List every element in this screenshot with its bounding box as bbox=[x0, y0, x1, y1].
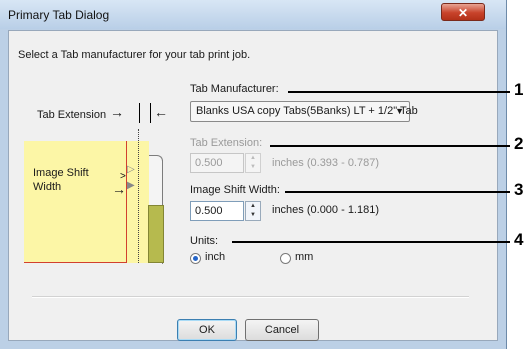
spin-down-icon: ▼ bbox=[250, 212, 256, 218]
image-shift-caption: Image Shift Width bbox=[33, 166, 89, 194]
arrow-right-icon: → bbox=[112, 181, 126, 197]
separator bbox=[32, 296, 469, 298]
close-button[interactable]: ✕ bbox=[441, 3, 485, 21]
units-mm-radio[interactable] bbox=[280, 253, 291, 264]
callout-line-2 bbox=[270, 145, 510, 147]
extension-guide-line bbox=[138, 129, 139, 263]
tab-extension-spinner[interactable]: ▲ ▼ bbox=[245, 153, 261, 173]
tab-manufacturer-value: Blanks USA copy Tabs(5Banks) LT + 1/2" T… bbox=[196, 105, 418, 117]
chevron-down-icon: ▼ bbox=[395, 106, 404, 116]
callout-number-4: 4 bbox=[514, 230, 524, 249]
tab-shape bbox=[148, 205, 164, 263]
callout-line-1 bbox=[288, 91, 510, 93]
callout-number-3: 3 bbox=[514, 180, 524, 199]
callout-number-2: 2 bbox=[514, 134, 524, 153]
image-shift-width-label: Image Shift Width: bbox=[190, 184, 280, 196]
units-inch-label[interactable]: inch bbox=[205, 251, 225, 263]
callout-number-1: 1 bbox=[514, 80, 524, 99]
dialog-window: Primary Tab Dialog ✕ Select a Tab manufa… bbox=[0, 0, 507, 349]
image-shift-caption-line2: Width bbox=[33, 181, 62, 193]
chevron-right-icon: > bbox=[120, 171, 126, 182]
tab-manufacturer-select[interactable]: Blanks USA copy Tabs(5Banks) LT + 1/2" T… bbox=[190, 101, 418, 122]
spin-down-icon: ▼ bbox=[250, 164, 256, 170]
window-title: Primary Tab Dialog bbox=[8, 8, 110, 22]
paper-shape bbox=[24, 141, 149, 263]
arrow-left-icon: ← bbox=[154, 104, 168, 120]
instruction-text: Select a Tab manufacturer for your tab p… bbox=[18, 49, 251, 61]
cancel-button[interactable]: Cancel bbox=[245, 319, 319, 341]
extension-marker-left bbox=[139, 103, 140, 123]
shift-guide-bottom bbox=[24, 262, 127, 263]
ok-button[interactable]: OK bbox=[177, 319, 237, 341]
units-label: Units: bbox=[190, 235, 219, 247]
tab-extension-range: inches (0.393 - 0.787) bbox=[272, 157, 380, 169]
image-shift-width-range: inches (0.000 - 1.181) bbox=[272, 204, 380, 216]
close-icon: ✕ bbox=[457, 6, 469, 20]
chevron-right-icon: ▷ bbox=[127, 164, 135, 175]
units-mm-label[interactable]: mm bbox=[295, 251, 313, 263]
shift-guide-line bbox=[126, 141, 127, 263]
dialog-body: Select a Tab manufacturer for your tab p… bbox=[8, 30, 498, 341]
tab-manufacturer-label: Tab Manufacturer: bbox=[190, 83, 279, 95]
extension-marker-right bbox=[150, 103, 151, 123]
callout-line-4 bbox=[232, 241, 510, 243]
tab-extension-input[interactable]: 0.500 bbox=[190, 153, 244, 173]
image-shift-width-spinner[interactable]: ▲ ▼ bbox=[245, 201, 261, 221]
arrow-right-icon: → bbox=[110, 104, 124, 120]
units-inch-radio[interactable] bbox=[190, 253, 201, 264]
chevron-right-icon: ▶ bbox=[127, 180, 135, 191]
tab-illustration: Tab Extension → ← Image Shift Width → > … bbox=[24, 101, 174, 266]
spin-up-icon: ▲ bbox=[250, 203, 256, 209]
image-shift-width-input[interactable]: 0.500 bbox=[190, 201, 244, 221]
title-bar[interactable]: Primary Tab Dialog ✕ bbox=[0, 0, 506, 29]
callout-line-3 bbox=[285, 191, 510, 193]
spin-up-icon: ▲ bbox=[250, 155, 256, 161]
image-shift-caption-line1: Image Shift bbox=[33, 167, 89, 179]
tab-extension-caption: Tab Extension bbox=[37, 109, 107, 121]
tab-extension-label: Tab Extension: bbox=[190, 137, 263, 149]
